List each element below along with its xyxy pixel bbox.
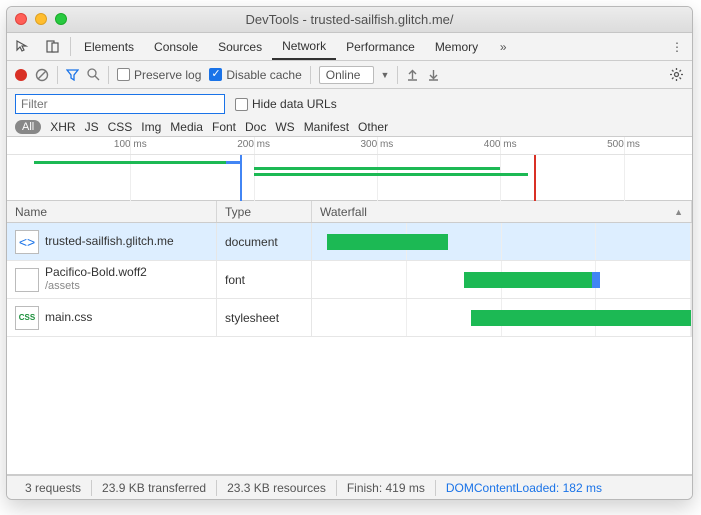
device-toolbar-icon[interactable] [37,33,67,60]
domcontentloaded-marker [240,155,242,201]
timeline-overview[interactable]: 100 ms 200 ms 300 ms 400 ms 500 ms [7,137,692,201]
filter-type-font[interactable]: Font [212,120,236,134]
filter-type-all[interactable]: All [15,120,41,134]
filter-type-ws[interactable]: WS [275,120,294,134]
search-icon[interactable] [87,68,100,81]
col-waterfall-label: Waterfall [320,205,367,219]
close-icon[interactable] [15,13,27,25]
tab-memory[interactable]: Memory [425,33,488,60]
filter-type-media[interactable]: Media [170,120,203,134]
status-transferred: 23.9 KB transferred [92,481,216,495]
gear-icon[interactable] [669,67,684,82]
css-icon: CSS [15,306,39,330]
col-type[interactable]: Type [217,201,312,222]
clear-icon[interactable] [35,68,49,82]
tab-console[interactable]: Console [144,33,208,60]
document-icon: <> [15,230,39,254]
request-name: main.css [45,311,92,325]
filter-input[interactable] [15,94,225,114]
preserve-log-checkbox[interactable]: Preserve log [117,68,201,82]
network-toolbar: Preserve log Disable cache Online ▼ [7,61,692,89]
filter-type-img[interactable]: Img [141,120,161,134]
window-controls [15,13,67,25]
filter-type-manifest[interactable]: Manifest [304,120,349,134]
overview-lanes [7,155,692,201]
more-tabs-icon[interactable]: » [488,33,518,60]
status-resources: 23.3 KB resources [217,481,336,495]
status-bar: 3 requests 23.9 KB transferred 23.3 KB r… [7,475,692,499]
filter-type-doc[interactable]: Doc [245,120,266,134]
upload-icon[interactable] [406,68,419,81]
hide-data-urls-label: Hide data URLs [252,97,337,111]
table-header: Name Type Waterfall ▲ [7,201,692,223]
zoom-icon[interactable] [55,13,67,25]
table-row[interactable]: Pacifico-Bold.woff2 /assets font [7,261,692,299]
filter-icon[interactable] [66,68,79,81]
network-table: Name Type Waterfall ▲ <> trusted-sailfis… [7,201,692,475]
table-row[interactable]: <> trusted-sailfish.glitch.me document [7,223,692,261]
window-title: DevTools - trusted-sailfish.glitch.me/ [245,12,453,27]
filter-type-xhr[interactable]: XHR [50,120,75,134]
col-waterfall[interactable]: Waterfall ▲ [312,201,692,222]
filter-type-css[interactable]: CSS [108,120,133,134]
kebab-menu-icon[interactable]: ⋮ [662,33,692,60]
tab-elements[interactable]: Elements [74,33,144,60]
minimize-icon[interactable] [35,13,47,25]
waterfall-bar [471,310,691,326]
col-name[interactable]: Name [7,201,217,222]
waterfall-bar [327,234,448,250]
tab-sources[interactable]: Sources [208,33,272,60]
titlebar: DevTools - trusted-sailfish.glitch.me/ [7,7,692,33]
record-icon[interactable] [15,69,27,81]
request-type: stylesheet [217,299,312,336]
inspect-icon[interactable] [7,33,37,60]
request-name: trusted-sailfish.glitch.me [45,235,174,249]
filter-type-js[interactable]: JS [85,120,99,134]
font-icon [15,268,39,292]
status-requests: 3 requests [15,481,91,495]
hide-data-urls-checkbox[interactable]: Hide data URLs [235,97,337,111]
tab-performance[interactable]: Performance [336,33,425,60]
request-name: Pacifico-Bold.woff2 [45,266,147,280]
waterfall-bar [464,272,600,288]
preserve-log-label: Preserve log [134,68,201,82]
load-marker [534,155,536,201]
table-row[interactable]: CSS main.css stylesheet [7,299,692,337]
throttle-select[interactable]: Online [319,66,375,84]
request-type: font [217,261,312,298]
disable-cache-label: Disable cache [226,68,301,82]
status-finish: Finish: 419 ms [337,481,435,495]
devtools-window: DevTools - trusted-sailfish.glitch.me/ E… [6,6,693,500]
disable-cache-checkbox[interactable]: Disable cache [209,68,301,82]
main-tabs: Elements Console Sources Network Perform… [7,33,692,61]
chevron-down-icon: ▼ [380,70,389,80]
download-icon[interactable] [427,68,440,81]
request-path: /assets [45,280,147,293]
request-type: document [217,223,312,260]
filter-type-other[interactable]: Other [358,120,388,134]
tab-network[interactable]: Network [272,33,336,60]
filter-bar: Hide data URLs All XHR JS CSS Img Media … [7,89,692,137]
sort-indicator-icon: ▲ [674,207,683,217]
status-dcl: DOMContentLoaded: 182 ms [436,481,612,495]
